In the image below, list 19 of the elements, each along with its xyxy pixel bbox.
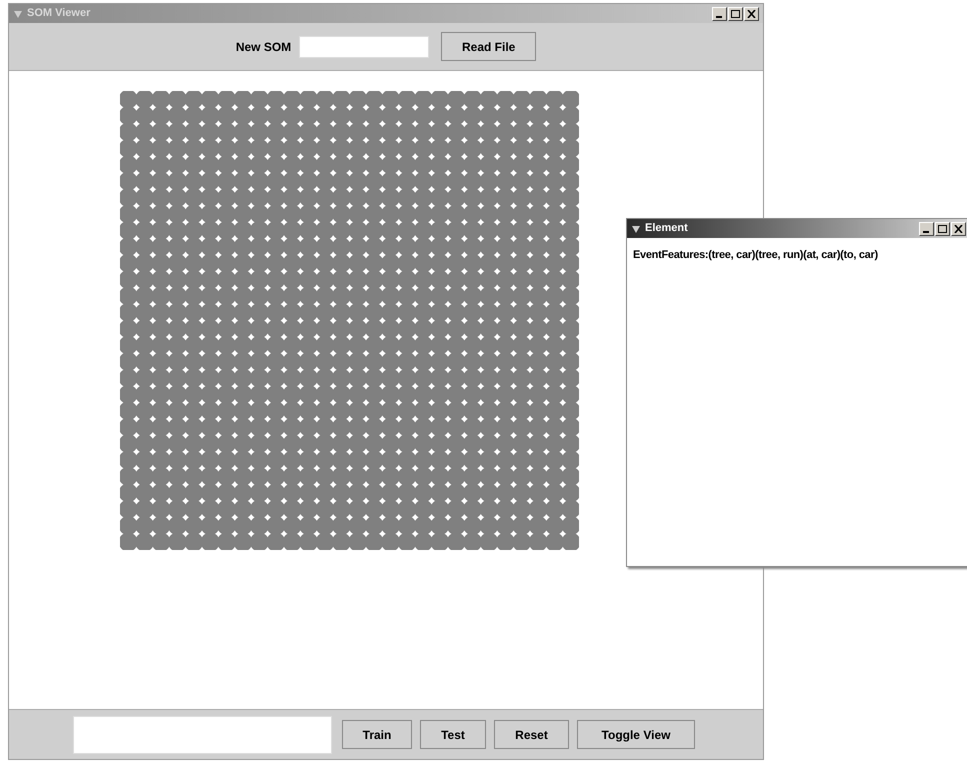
minimize-icon[interactable] — [919, 222, 934, 236]
push-button[interactable]: Reset — [494, 720, 569, 749]
maximize-icon[interactable] — [728, 6, 743, 20]
minimize-icon[interactable] — [712, 6, 727, 20]
push-button[interactable]: Toggle View — [577, 720, 695, 749]
close-icon[interactable] — [744, 6, 759, 20]
maximize-icon[interactable] — [935, 222, 950, 236]
element-text: EventFeatures:(tree, car)(tree, run)(at, car)(to, car) — [632, 248, 879, 263]
close-icon[interactable] — [951, 222, 966, 236]
push-button[interactable]: Test — [420, 720, 486, 749]
window-title: Element — [645, 221, 688, 236]
push-button[interactable]: Read File — [441, 32, 536, 61]
new-som-label: New SOM — [236, 38, 292, 56]
app-icon — [631, 224, 641, 234]
app-icon — [13, 8, 23, 18]
window-title: SOM Viewer — [27, 6, 90, 22]
push-button[interactable]: Train — [342, 720, 412, 749]
input-field[interactable] — [299, 36, 430, 58]
input-field[interactable] — [73, 716, 332, 754]
